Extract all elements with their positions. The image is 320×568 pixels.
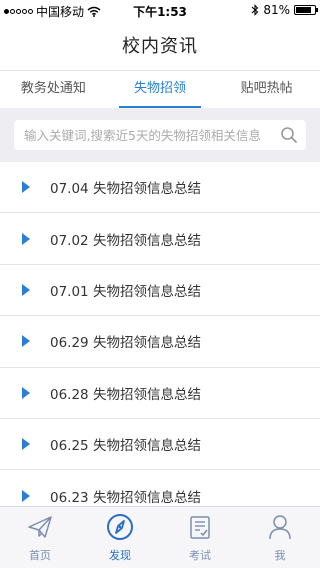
item-title: 失物招领信息总结 — [92, 489, 201, 506]
status-bar: 中国移动 下午1:53 81% — [0, 0, 320, 20]
play-arrow-icon — [22, 489, 30, 502]
compass-icon — [107, 514, 133, 540]
category-tabs: 教务处通知 失物招领 贴吧热帖 — [0, 70, 320, 108]
page-title: 校内资讯 — [122, 36, 198, 57]
list-item[interactable]: 06.25 失物招领信息总结 — [0, 418, 320, 471]
search-input[interactable] — [14, 120, 306, 150]
item-date: 06.29 — [50, 335, 89, 352]
item-title: 失物招领信息总结 — [92, 386, 201, 403]
item-title: 失物招领信息总结 — [92, 438, 201, 455]
tabbar-label: 发现 — [109, 549, 131, 562]
tabbar-item-discover[interactable]: 发现 — [80, 507, 160, 568]
person-icon — [269, 515, 291, 540]
item-date: 07.02 — [50, 232, 89, 249]
item-title: 失物招领信息总结 — [92, 283, 201, 300]
play-arrow-icon — [22, 232, 30, 245]
bluetooth-icon — [251, 4, 259, 16]
tab-academic-notices[interactable]: 教务处通知 — [0, 71, 107, 108]
list-item[interactable]: 06.29 失物招领信息总结 — [0, 316, 320, 368]
search-box — [14, 120, 306, 150]
search-bar — [0, 108, 320, 162]
item-date: 07.01 — [50, 283, 89, 300]
exam-checklist-icon — [190, 516, 210, 539]
tabbar-item-exam[interactable]: 考试 — [160, 507, 240, 568]
play-arrow-icon — [22, 438, 30, 451]
tab-forum-hot-posts[interactable]: 贴吧热帖 — [213, 71, 320, 108]
item-date: 06.28 — [50, 386, 89, 403]
play-arrow-icon — [22, 335, 30, 348]
tab-lost-and-found[interactable]: 失物招领 — [107, 71, 214, 108]
tabbar-item-me[interactable]: 我 — [240, 507, 320, 568]
battery-percent: 81% — [263, 3, 290, 17]
play-arrow-icon — [22, 283, 30, 296]
play-arrow-icon — [22, 181, 30, 194]
battery-level — [296, 7, 311, 13]
search-icon[interactable] — [280, 126, 298, 144]
paper-plane-icon — [28, 516, 52, 538]
item-title: 失物招领信息总结 — [92, 181, 201, 198]
list-item[interactable]: 07.01 失物招领信息总结 — [0, 264, 320, 317]
battery-icon — [294, 5, 318, 15]
item-date: 06.23 — [50, 489, 89, 506]
bottom-tab-bar: 首页 发现 考试 我 — [0, 506, 320, 568]
lost-found-list: 07.04 失物招领信息总结 07.02 失物招领信息总结 07.01 失物招领… — [0, 162, 320, 522]
list-item[interactable]: 06.28 失物招领信息总结 — [0, 367, 320, 419]
tabbar-label: 首页 — [29, 549, 51, 562]
item-date: 07.04 — [50, 181, 89, 198]
item-title: 失物招领信息总结 — [92, 335, 201, 352]
item-date: 06.25 — [50, 438, 89, 455]
tabbar-label: 考试 — [189, 549, 211, 562]
list-item[interactable]: 07.04 失物招领信息总结 — [0, 162, 320, 214]
status-right: 81% — [251, 3, 318, 17]
navigation-bar: 校内资讯 — [0, 20, 320, 70]
item-title: 失物招领信息总结 — [92, 232, 201, 249]
list-item[interactable]: 07.02 失物招领信息总结 — [0, 213, 320, 265]
play-arrow-icon — [22, 386, 30, 399]
tabbar-label: 我 — [274, 549, 286, 562]
tabbar-item-home[interactable]: 首页 — [0, 507, 80, 568]
